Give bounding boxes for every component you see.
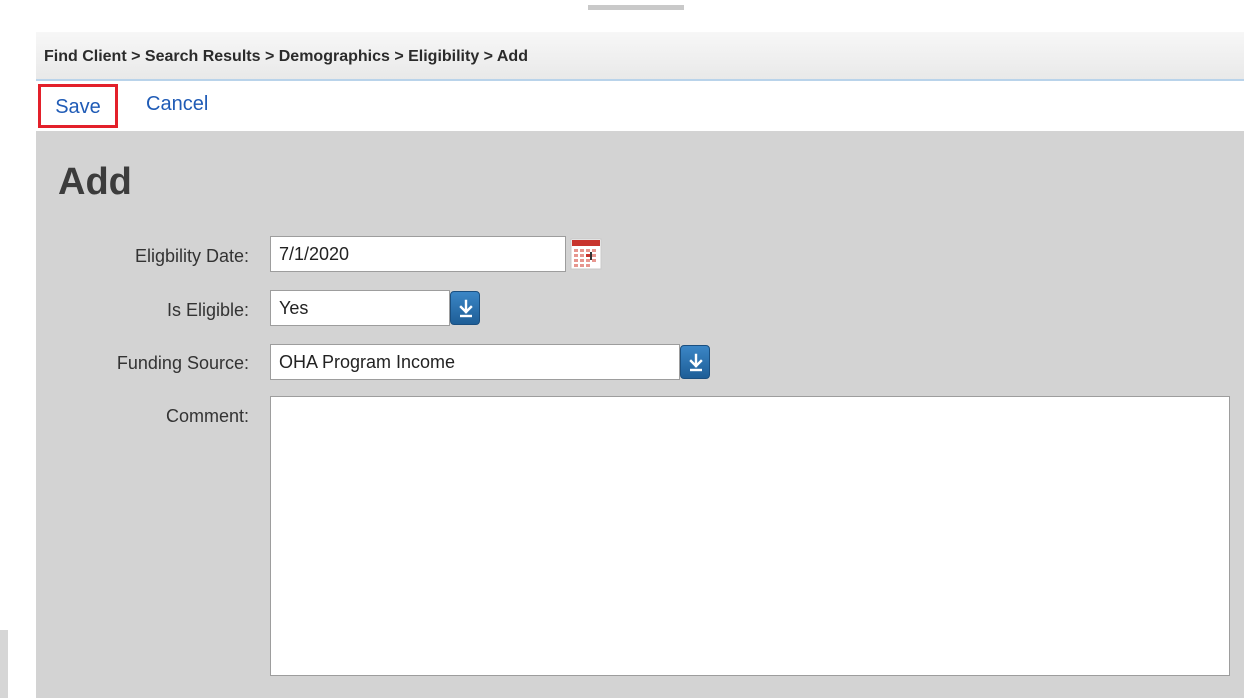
is-eligible-dropdown-button[interactable] — [450, 291, 480, 325]
funding-source-dropdown-button[interactable] — [680, 345, 710, 379]
comment-label: Comment: — [165, 406, 249, 426]
is-eligible-label: Is Eligible: — [166, 300, 249, 320]
eligibility-date-label: Eligbility Date: — [134, 246, 249, 266]
comment-textarea[interactable] — [270, 396, 1230, 676]
calendar-icon[interactable] — [570, 238, 602, 270]
funding-source-label: Funding Source: — [116, 353, 249, 373]
breadcrumb: Find Client > Search Results > Demograph… — [36, 32, 1244, 81]
save-button[interactable]: Save — [38, 84, 118, 128]
cancel-button[interactable]: Cancel — [146, 81, 208, 131]
top-strip — [0, 0, 1244, 10]
toolbar: Save Cancel — [36, 81, 1244, 131]
funding-source-select[interactable]: OHA Program Income — [270, 344, 680, 380]
eligibility-date-field[interactable]: 7/1/2020 — [270, 236, 566, 272]
download-arrow-icon — [459, 299, 473, 318]
main-panel: Find Client > Search Results > Demograph… — [36, 32, 1244, 698]
tab-handle — [588, 5, 684, 10]
is-eligible-select[interactable]: Yes — [270, 290, 450, 326]
page-title: Add — [58, 161, 132, 203]
left-edge-divider — [0, 630, 8, 698]
download-arrow-icon — [689, 353, 703, 372]
